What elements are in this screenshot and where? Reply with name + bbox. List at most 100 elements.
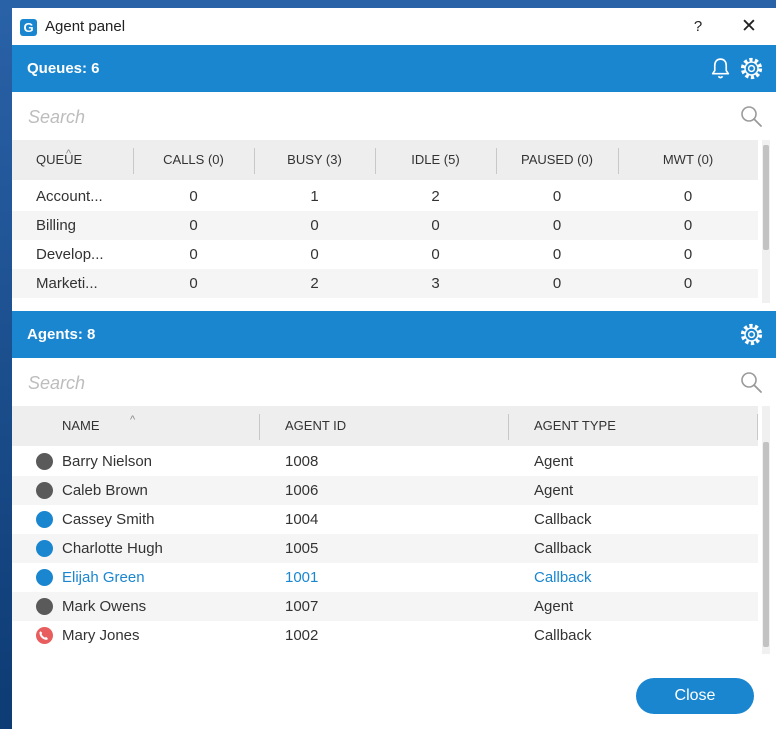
help-button[interactable]: ? — [686, 16, 710, 38]
table-row[interactable]: Barry Nielson 1008 Agent — [12, 447, 758, 476]
queues-column-busy[interactable]: BUSY (3) — [254, 140, 375, 180]
agents-settings-gear-icon[interactable] — [739, 322, 764, 347]
agent-name: Charlotte Hugh — [62, 540, 163, 557]
queue-calls: 0 — [189, 275, 198, 292]
column-divider[interactable] — [757, 414, 758, 440]
status-offline-icon — [36, 453, 53, 470]
queues-column-calls[interactable]: CALLS (0) — [133, 140, 254, 180]
agent-id: 1006 — [285, 482, 319, 499]
sort-ascending-icon: ^ — [130, 414, 136, 426]
queues-column-idle[interactable]: IDLE (5) — [375, 140, 496, 180]
table-row[interactable]: Mark Owens 1007 Agent — [12, 592, 758, 621]
queues-search-input[interactable] — [26, 102, 720, 132]
queue-idle: 2 — [431, 188, 440, 205]
queue-mwt: 0 — [683, 275, 693, 292]
desktop-background — [0, 0, 776, 8]
queue-calls: 0 — [189, 188, 198, 205]
agent-panel-window: G Agent panel ? ✕ Queues: 6 ^ QUEUE CAL — [12, 8, 776, 729]
section-divider — [12, 303, 776, 311]
agent-type: Agent — [534, 453, 574, 470]
agents-column-agent-type[interactable]: AGENT TYPE — [534, 406, 734, 446]
agents-column-agent-id[interactable]: AGENT ID — [285, 406, 505, 446]
agent-id: 1004 — [285, 511, 319, 528]
status-available-icon — [36, 540, 53, 557]
queues-search-row — [12, 92, 776, 140]
column-divider[interactable] — [508, 414, 509, 440]
queues-search-icon[interactable] — [739, 104, 763, 128]
agents-scrollbar[interactable] — [762, 406, 770, 654]
sort-ascending-icon: ^ — [66, 148, 72, 160]
column-divider[interactable] — [259, 414, 260, 440]
queues-settings-gear-icon[interactable] — [739, 56, 764, 81]
agent-name: Elijah Green — [62, 569, 145, 586]
queues-column-mwt[interactable]: MWT (0) — [618, 140, 758, 180]
agent-type: Callback — [534, 511, 592, 528]
app-logo-icon: G — [20, 19, 37, 36]
table-row[interactable]: Account... 0 1 2 0 0 — [12, 182, 758, 211]
queue-mwt: 0 — [683, 217, 693, 234]
queue-paused: 0 — [552, 275, 562, 292]
agents-search-icon[interactable] — [739, 370, 763, 394]
agent-id: 1002 — [285, 627, 319, 644]
close-button[interactable]: Close — [636, 678, 754, 714]
queues-scrollbar-thumb[interactable] — [763, 145, 769, 250]
queues-table-header: ^ QUEUE CALLS (0) BUSY (3) IDLE (5) PAUS… — [12, 140, 758, 180]
queue-busy: 0 — [310, 217, 319, 234]
agent-type: Callback — [534, 627, 592, 644]
queue-paused: 0 — [552, 246, 562, 263]
table-row-selected[interactable]: Elijah Green 1001 Callback — [12, 563, 758, 592]
status-offline-icon — [36, 598, 53, 615]
queues-column-queue[interactable]: ^ QUEUE — [36, 140, 136, 180]
window-title: Agent panel — [45, 18, 126, 35]
queue-busy: 0 — [310, 246, 319, 263]
queue-calls: 0 — [189, 217, 198, 234]
status-offline-icon — [36, 482, 53, 499]
table-row[interactable]: Charlotte Hugh 1005 Callback — [12, 534, 758, 563]
agent-id: 1008 — [285, 453, 319, 470]
table-row[interactable]: Caleb Brown 1006 Agent — [12, 476, 758, 505]
queue-name: Account... — [36, 188, 103, 205]
queue-name: Develop... — [36, 246, 104, 263]
agent-name: Mary Jones — [62, 627, 140, 644]
title-bar[interactable]: G Agent panel ? ✕ — [12, 8, 776, 45]
queues-column-paused[interactable]: PAUSED (0) — [496, 140, 618, 180]
queues-scrollbar[interactable] — [762, 140, 770, 303]
agent-id: 1001 — [285, 569, 319, 586]
status-available-icon — [36, 511, 53, 528]
agent-type: Agent — [534, 482, 574, 499]
agent-id: 1005 — [285, 540, 319, 557]
queue-mwt: 0 — [683, 246, 693, 263]
queue-idle: 3 — [431, 275, 440, 292]
table-row[interactable]: Billing 0 0 0 0 0 — [12, 211, 758, 240]
queue-calls: 0 — [189, 246, 198, 263]
agents-table-header: ^ NAME AGENT ID AGENT TYPE — [12, 406, 758, 446]
phone-on-call-icon — [36, 627, 53, 644]
agents-search-row — [12, 358, 776, 406]
agent-name: Caleb Brown — [62, 482, 148, 499]
bell-icon[interactable] — [708, 56, 733, 81]
queue-busy: 1 — [310, 188, 319, 205]
table-row[interactable]: Marketi... 0 2 3 0 0 — [12, 269, 758, 298]
agent-name: Cassey Smith — [62, 511, 155, 528]
agent-type: Callback — [534, 540, 592, 557]
queues-title: Queues: 6 — [27, 60, 100, 77]
queue-paused: 0 — [552, 217, 562, 234]
agents-column-name[interactable]: ^ NAME — [62, 406, 252, 446]
table-row[interactable]: Cassey Smith 1004 Callback — [12, 505, 758, 534]
agents-search-input[interactable] — [26, 368, 720, 398]
agents-title: Agents: 8 — [27, 326, 96, 343]
queue-name: Marketi... — [36, 275, 98, 292]
queue-busy: 2 — [310, 275, 319, 292]
agent-name: Mark Owens — [62, 598, 147, 615]
queue-paused: 0 — [552, 188, 562, 205]
queue-idle: 0 — [431, 217, 440, 234]
queue-mwt: 0 — [683, 188, 693, 205]
desktop-background-edge — [0, 0, 12, 729]
window-close-button[interactable]: ✕ — [737, 16, 761, 38]
agents-header: Agents: 8 — [12, 311, 776, 358]
agent-id: 1007 — [285, 598, 319, 615]
table-row[interactable]: Mary Jones 1002 Callback — [12, 621, 758, 650]
queues-header: Queues: 6 — [12, 45, 776, 92]
agents-scrollbar-thumb[interactable] — [763, 442, 769, 647]
table-row[interactable]: Develop... 0 0 0 0 0 — [12, 240, 758, 269]
